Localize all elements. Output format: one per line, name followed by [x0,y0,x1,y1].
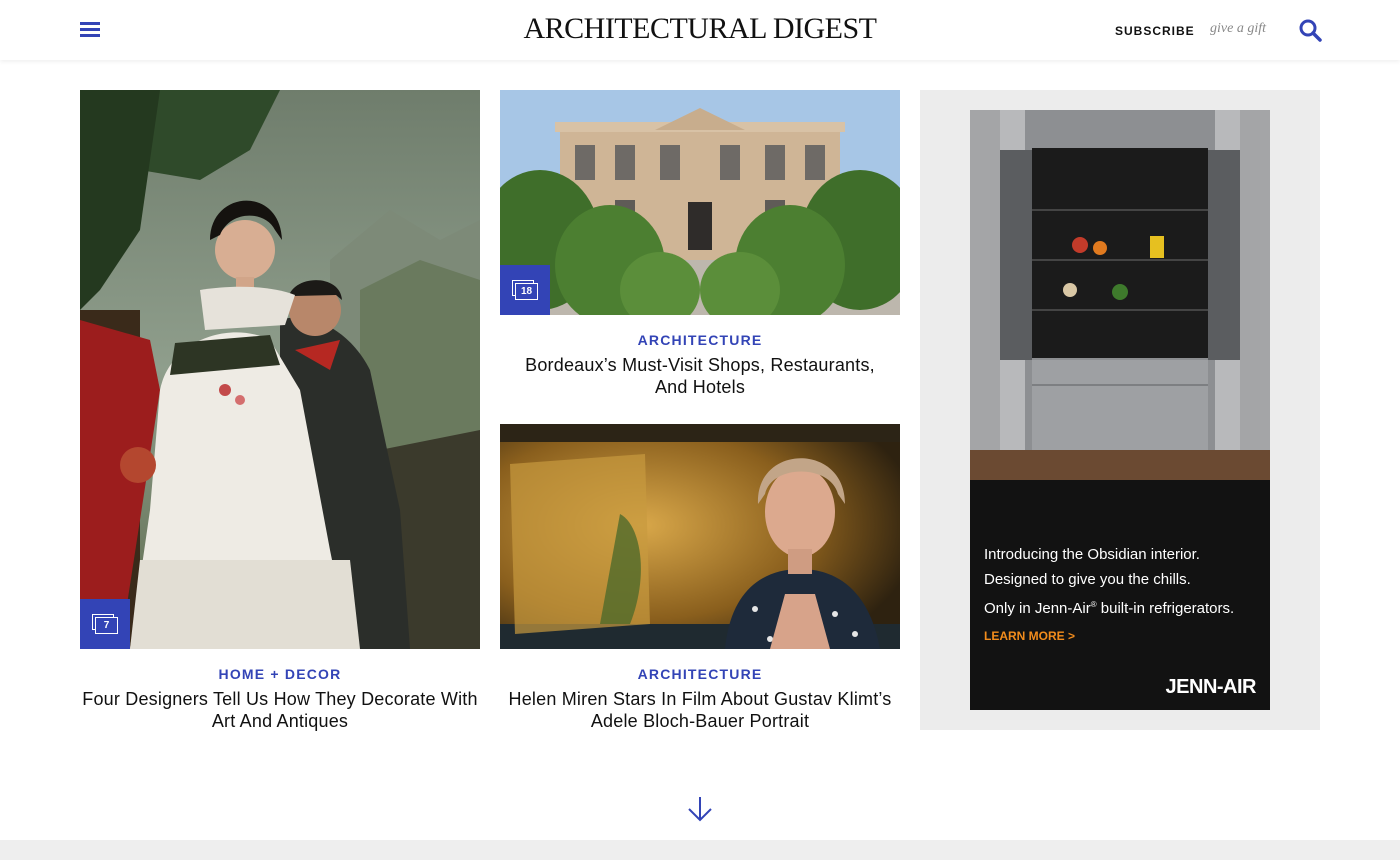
ad-copy: Introducing the Obsidian interior. Desig… [984,542,1264,621]
card-title[interactable]: Four Designers Tell Us How They Decorate… [80,688,480,732]
ad-learn-more-link[interactable]: LEARN MORE > [984,629,1075,643]
card-category[interactable]: HOME + DECOR [80,666,480,682]
footer-edge [0,840,1400,860]
article-image-chateau[interactable]: 18 [500,90,900,315]
ad-brand-logo: JENN-AIR [1165,676,1257,698]
actress-photo-illustration [500,424,900,649]
site-header: ARCHITECTURAL DIGEST SUBSCRIBE give a gi… [0,0,1400,60]
card-title[interactable]: Helen Miren Stars In Film About Gustav K… [500,688,900,732]
search-icon[interactable] [1298,18,1322,42]
gallery-count: 18 [515,283,538,300]
chateau-illustration [500,90,900,315]
subscribe-link[interactable]: SUBSCRIBE [1115,24,1195,38]
card-category[interactable]: ARCHITECTURE [500,332,900,348]
gallery-badge: 18 [500,265,550,315]
card-title[interactable]: Bordeaux’s Must-Visit Shops, Restaurants… [520,354,880,398]
card-category[interactable]: ARCHITECTURE [500,666,900,682]
ad-line-2: Designed to give you the chills. [984,571,1191,588]
give-a-gift-link[interactable]: give a gift [1210,21,1266,37]
advertisement[interactable]: Introducing the Obsidian interior. Desig… [970,110,1270,710]
ad-line-1: Introducing the Obsidian interior. [984,546,1200,563]
painting-illustration [80,90,480,649]
article-image-painting[interactable]: 7 [80,90,480,649]
arrow-down-icon[interactable] [687,795,713,823]
gallery-icon: 7 [92,614,118,634]
gallery-badge: 7 [80,599,130,649]
gallery-count: 7 [95,617,118,634]
article-image-actress[interactable] [500,424,900,649]
gallery-icon: 18 [512,280,538,300]
ad-line-3: Only in Jenn-Air® built-in refrigerators… [984,600,1235,617]
